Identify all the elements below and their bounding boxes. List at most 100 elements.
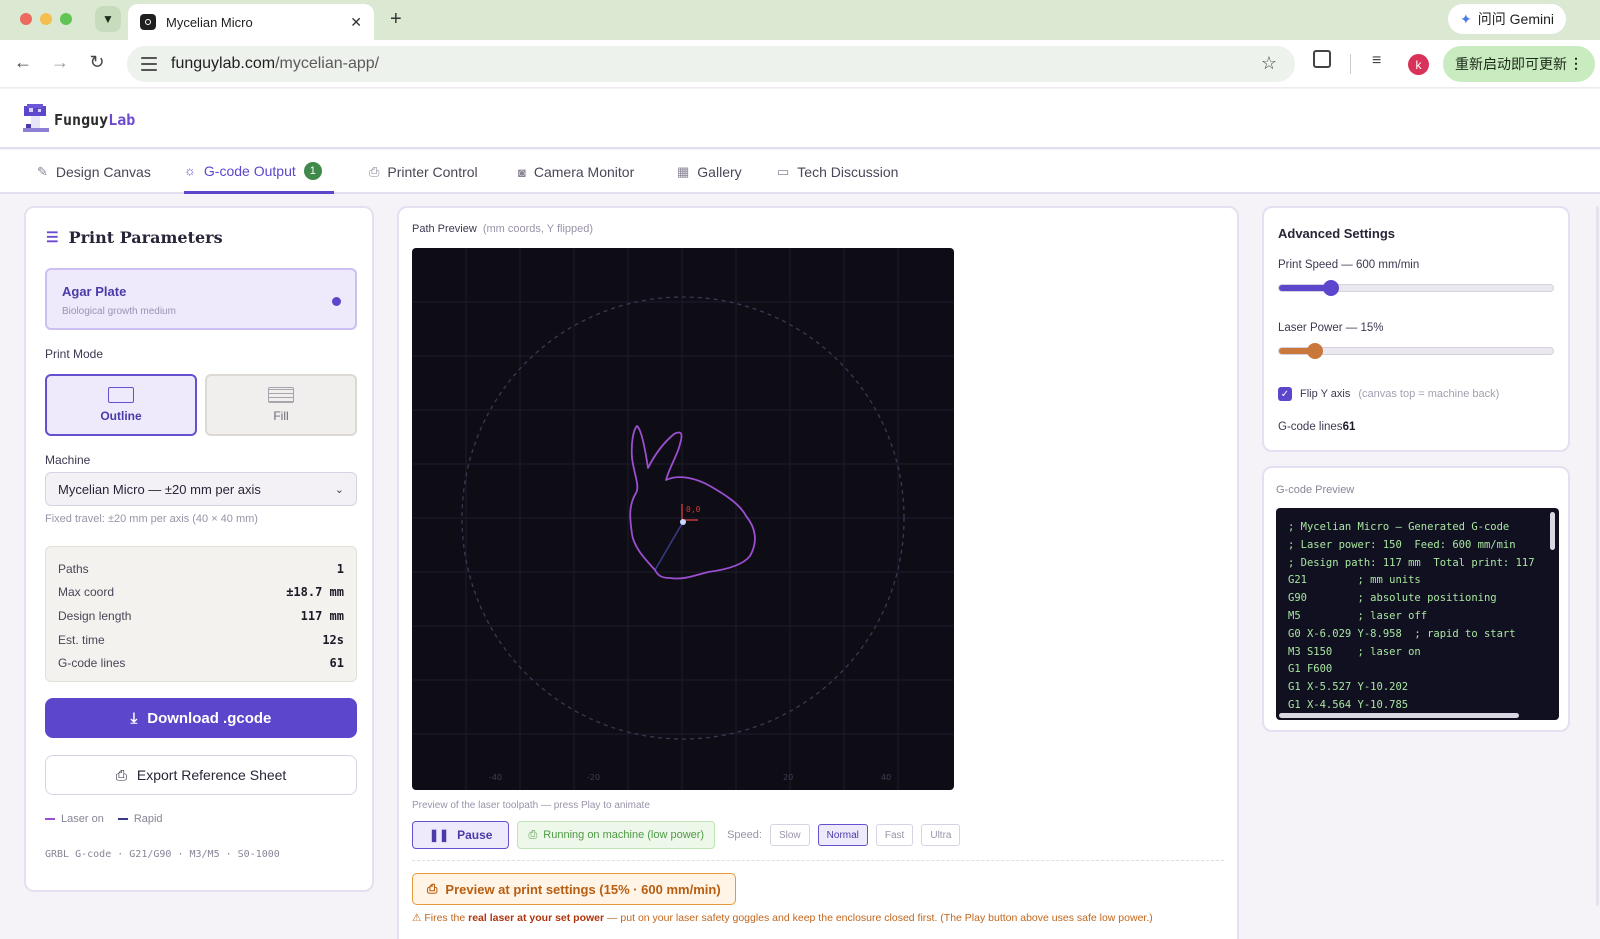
stat-row: G-code lines 61	[58, 651, 344, 675]
stat-value: 61	[329, 656, 344, 671]
material-option-agar[interactable]: Agar Plate Biological growth medium	[45, 268, 357, 330]
toolpath-canvas[interactable]: 0,0 -40 -20 20 40	[412, 248, 954, 790]
origin-label: 0,0	[686, 505, 701, 514]
advanced-settings-title: Advanced Settings	[1278, 226, 1396, 241]
stat-row: Design length 117 mm	[58, 604, 344, 628]
minimize-window-button[interactable]	[40, 13, 52, 25]
sliders-icon: ☰	[46, 229, 59, 246]
maximize-window-button[interactable]	[60, 13, 72, 25]
print-mode-label: Print Mode	[45, 347, 104, 361]
section-divider	[412, 860, 1224, 861]
print-parameters-panel: ☰ Print Parameters Agar Plate Biological…	[24, 206, 374, 892]
export-label: Export Reference Sheet	[136, 767, 287, 783]
download-gcode-button[interactable]: ⤓ Download .gcode	[45, 698, 357, 738]
update-label: 重新启动即可更新	[1455, 56, 1567, 72]
machine-select[interactable]: Mycelian Micro — ±20 mm per axis ⌄	[45, 472, 357, 506]
pause-icon: ❚❚	[429, 828, 450, 842]
browser-tab-title: Mycelian Micro	[166, 14, 253, 30]
speed-option-fast[interactable]: Fast	[875, 824, 914, 846]
tab-printer-control[interactable]: ⎙ Printer Control	[369, 150, 478, 194]
machine-select-value: Mycelian Micro — ±20 mm per axis	[58, 481, 261, 497]
forward-arrow-icon[interactable]: →	[49, 52, 71, 73]
gemini-button[interactable]: ✦ 问问 Gemini	[1448, 4, 1566, 34]
bookmark-star-icon[interactable]: ☆	[1261, 53, 1277, 74]
sun-icon: ☼	[184, 163, 196, 178]
preview-caption: Preview of the laser toolpath — press Pl…	[412, 800, 650, 811]
speed-option-slow[interactable]: Slow	[769, 824, 810, 846]
gcode-line: G90 ; absolute positioning	[1288, 592, 1497, 605]
running-status-badge: ⎙ Running on machine (low power)	[517, 821, 716, 849]
app-logo[interactable]: FunguyLab	[54, 111, 135, 129]
chevron-down-icon: ▼	[102, 12, 114, 26]
fill-icon	[268, 387, 294, 403]
mode-outline-button[interactable]: Outline	[45, 374, 197, 436]
tab-search-button[interactable]: ▼	[95, 6, 121, 32]
stat-row: Max coord ±18.7 mm	[58, 581, 344, 605]
speed-option-normal[interactable]: Normal	[817, 824, 868, 846]
browser-toolbar: ← → ↻ funguylab.com/mycelian-app/ ☆ ≡ k …	[0, 40, 1600, 88]
print-speed-slider[interactable]	[1278, 280, 1554, 296]
app-tabbar: ✎ Design Canvas ☼ G-code Output 1 ⎙ Prin…	[0, 150, 1600, 194]
horizontal-scrollbar[interactable]	[1279, 713, 1519, 718]
laser-power-slider[interactable]	[1278, 343, 1554, 359]
gcode-code-view[interactable]: ; Mycelian Micro — Generated G-code ; La…	[1276, 508, 1559, 720]
stat-unit: mm	[329, 608, 344, 623]
page-scrollbar[interactable]	[1596, 206, 1599, 906]
tab-gallery[interactable]: ▦ Gallery	[677, 150, 742, 194]
extensions-puzzle-icon[interactable]	[1313, 50, 1331, 68]
gcode-lines-readout: G-code lines61	[1278, 421, 1355, 433]
mode-fill-button[interactable]: Fill	[205, 374, 357, 436]
stat-row: Paths 1	[58, 557, 344, 581]
tab-label: Design Canvas	[55, 164, 151, 180]
reload-icon[interactable]: ↻	[86, 52, 108, 73]
tab-design-canvas[interactable]: ✎ Design Canvas	[37, 150, 151, 194]
flip-y-option[interactable]: ✓ Flip Y axis (canvas top = machine back…	[1278, 387, 1499, 401]
logo-main: Funguy	[54, 111, 109, 129]
panel-title-text: Print Parameters	[68, 228, 223, 247]
profile-avatar[interactable]: k	[1408, 54, 1429, 75]
preview-title: Path Preview	[412, 223, 477, 235]
axis-tick-label: -20	[587, 773, 600, 782]
tab-tech-discussion[interactable]: ▭ Tech Discussion	[777, 150, 898, 194]
address-bar[interactable]: funguylab.com/mycelian-app/ ☆	[127, 46, 1295, 82]
tab-camera-monitor[interactable]: ◙ Camera Monitor	[518, 150, 634, 194]
mushroom-logo-icon	[23, 104, 49, 132]
stat-label: G-code lines	[58, 656, 126, 671]
close-window-button[interactable]	[20, 13, 32, 25]
warning-text-bold: real laser at your set power	[468, 912, 605, 924]
speed-option-ultra[interactable]: Ultra	[921, 824, 961, 846]
browser-tab[interactable]: Mycelian Micro ✕	[128, 4, 374, 40]
slider-handle[interactable]	[1323, 280, 1340, 296]
more-vert-icon[interactable]: ⋮	[1569, 55, 1583, 72]
tab-gcode-output[interactable]: ☼ G-code Output 1	[184, 150, 334, 194]
laser-power-label: Laser Power — 15%	[1278, 322, 1384, 334]
vertical-scrollbar[interactable]	[1550, 512, 1555, 550]
export-reference-button[interactable]: ⎙ Export Reference Sheet	[45, 755, 357, 795]
panel-title: ☰ Print Parameters	[46, 228, 223, 247]
back-arrow-icon[interactable]: ←	[12, 52, 34, 73]
flip-y-hint: (canvas top = machine back)	[1358, 388, 1500, 400]
close-icon[interactable]: ✕	[350, 14, 362, 31]
preview-heading: Path Preview (mm coords, Y flipped)	[412, 223, 593, 235]
slider-handle[interactable]	[1306, 343, 1323, 359]
media-controls-icon[interactable]: ≡	[1372, 52, 1381, 70]
site-favicon-icon	[140, 14, 156, 30]
tool-head-marker	[680, 519, 686, 525]
site-settings-icon[interactable]	[141, 57, 157, 71]
tab-label: G-code Output	[203, 162, 296, 179]
preview-at-print-settings-button[interactable]: ⎙ Preview at print settings (15% · 600 m…	[412, 873, 736, 905]
new-tab-button[interactable]: +	[390, 8, 402, 31]
app-header: FunguyLab	[0, 89, 1600, 149]
path-preview-panel: Path Preview (mm coords, Y flipped) 0,0	[397, 206, 1239, 939]
pause-button[interactable]: ❚❚ Pause	[412, 821, 510, 849]
flip-y-label: Flip Y axis	[1300, 388, 1351, 400]
relaunch-update-button[interactable]: 重新启动即可更新 ⋮	[1443, 46, 1595, 82]
gcode-line: G1 X-5.527 Y-10.202	[1288, 681, 1409, 694]
flip-y-checkbox[interactable]: ✓	[1278, 387, 1292, 401]
warning-text-post: — put on your laser safety goggles and k…	[604, 912, 1153, 924]
gcode-lines-label: G-code lines	[1278, 421, 1343, 433]
stat-value: ±18.7	[286, 585, 323, 600]
stat-row: Est. time 12s	[58, 628, 344, 652]
toolpath-svg: 0,0 -40 -20 20 40	[412, 248, 954, 790]
gcode-line: G21 ; mm units	[1288, 574, 1421, 587]
